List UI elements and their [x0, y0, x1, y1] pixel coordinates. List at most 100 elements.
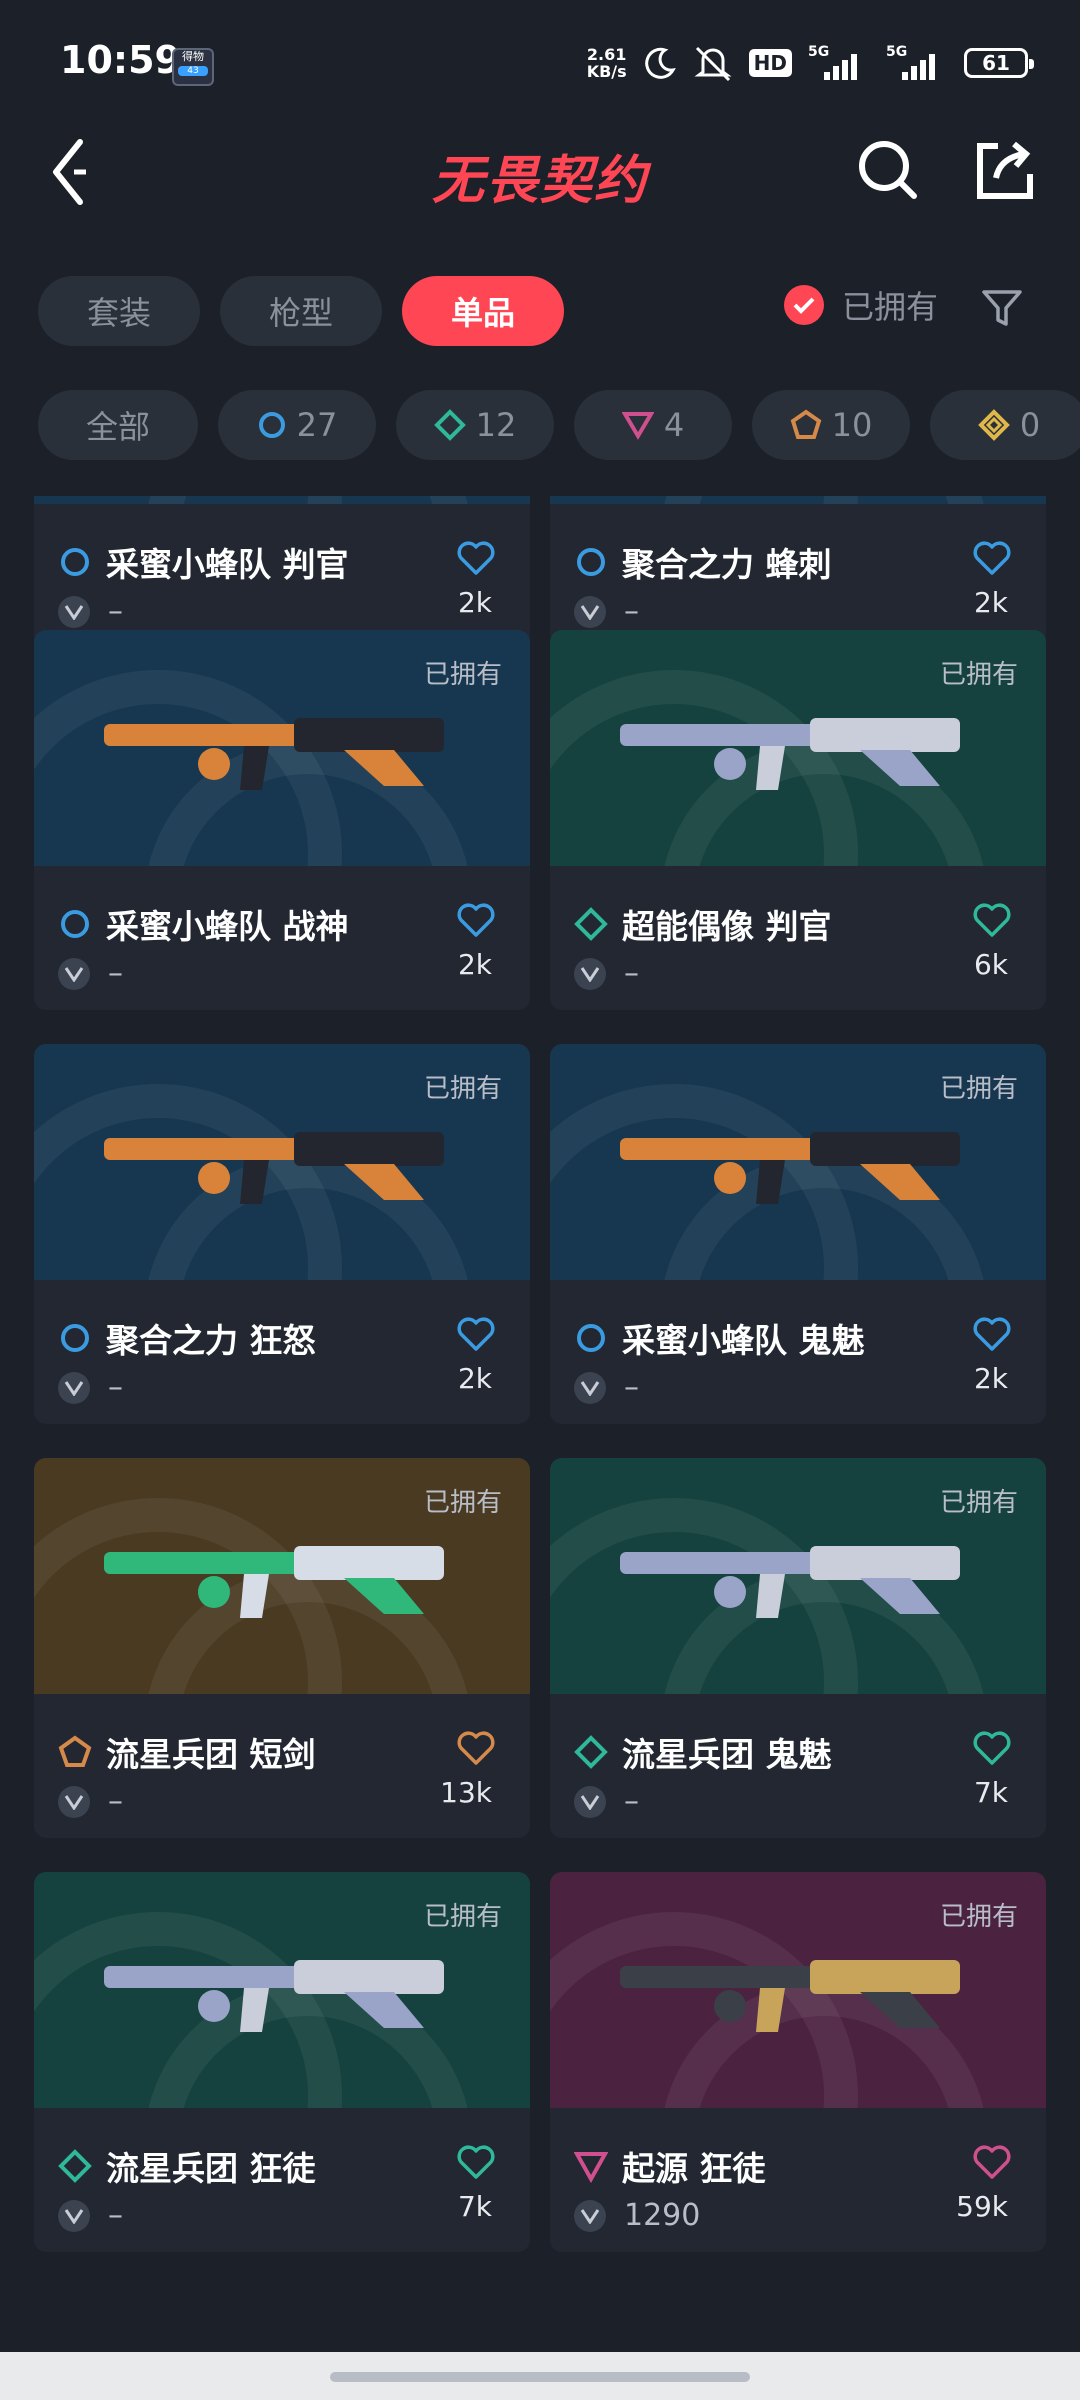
tab-single-items[interactable]: 单品 — [402, 276, 564, 346]
clock: 10:59 — [60, 38, 181, 82]
tab-weapon-types[interactable]: 枪型 — [220, 276, 382, 346]
owned-tag: 已拥有 — [939, 1902, 1018, 1932]
rarity-tier-icon — [577, 548, 605, 576]
like-count: 7k — [973, 1776, 1008, 1809]
rarity-all[interactable]: 全部 — [38, 390, 198, 460]
item-card[interactable]: 已拥有 聚合之力 狂怒 – 2k — [34, 1044, 530, 1424]
like-count: 2k — [457, 586, 492, 619]
heart-icon[interactable] — [972, 540, 1012, 576]
rarity-tier-icon — [574, 1735, 608, 1769]
skin-image: 已拥有 — [550, 1872, 1046, 2108]
item-name: 起源 狂徒 — [622, 2149, 766, 2188]
signal-icon: 5G — [808, 44, 870, 82]
item-card[interactable]: 已拥有 流星兵团 鬼魅 – 7k — [550, 1458, 1046, 1838]
like-count: 2k — [457, 948, 492, 981]
like-count: 13k — [440, 1776, 492, 1809]
rarity-premium[interactable]: 4 — [574, 390, 732, 460]
app-header: 无畏契约 — [0, 120, 1080, 220]
item-card[interactable]: 已拥有 采蜜小蜂队 鬼魅 – 2k — [550, 1044, 1046, 1424]
like-count: 2k — [973, 1362, 1008, 1395]
weapon-icon — [620, 1960, 960, 2032]
skin-image: 已拥有 — [550, 1458, 1046, 1694]
signal-icon-2: 5G — [886, 44, 948, 82]
rarity-tier-icon — [61, 910, 89, 938]
item-price: – — [624, 956, 639, 991]
heart-icon[interactable] — [972, 2144, 1012, 2180]
skin-image: 已拥有 — [34, 1872, 530, 2108]
heart-icon[interactable] — [456, 1316, 496, 1352]
vp-currency-icon — [58, 2199, 90, 2232]
rarity-tier-icon — [577, 1324, 605, 1352]
search-icon[interactable] — [852, 134, 924, 206]
skin-image: 已拥有 — [550, 630, 1046, 866]
skin-image: 已拥有 — [34, 630, 530, 866]
item-name: 流星兵团 短剑 — [106, 1735, 316, 1774]
owned-tag: 已拥有 — [939, 1074, 1018, 1104]
item-price: – — [108, 2198, 123, 2233]
like-count: 2k — [457, 1362, 492, 1395]
rarity-filter-row: 全部 27 12 4 10 0 — [38, 390, 1080, 460]
vp-currency-icon — [574, 2199, 606, 2232]
like-count: 7k — [457, 2190, 492, 2223]
select-tier-icon — [258, 412, 285, 438]
premium-tier-icon — [621, 412, 654, 440]
skin-image: 已拥有 — [34, 1044, 530, 1280]
item-price: – — [108, 1370, 123, 1405]
tab-sets[interactable]: 套装 — [38, 276, 200, 346]
item-name: 采蜜小蜂队 鬼魅 — [622, 1321, 865, 1360]
rarity-tier-icon — [61, 548, 89, 576]
like-count: 6k — [973, 948, 1008, 981]
share-icon[interactable] — [968, 134, 1040, 206]
weapon-icon — [620, 1546, 960, 1618]
skin-image: 已拥有 — [34, 496, 530, 504]
skin-image: 已拥有 — [550, 1044, 1046, 1280]
vp-currency-icon — [574, 957, 606, 990]
owned-toggle[interactable]: 已拥有 — [784, 282, 938, 328]
heart-icon[interactable] — [972, 902, 1012, 938]
owned-tag: 已拥有 — [423, 1902, 502, 1932]
item-grid: 已拥有采蜜小蜂队 判官–2k已拥有聚合之力 蜂刺–2k已拥有采蜜小蜂队 战神–2… — [0, 496, 1080, 2300]
item-name: 流星兵团 狂徒 — [106, 2149, 316, 2188]
item-price: – — [108, 1784, 123, 1819]
item-card[interactable]: 已拥有 流星兵团 短剑 – 13k — [34, 1458, 530, 1838]
funnel-icon[interactable] — [980, 286, 1024, 330]
item-card[interactable]: 已拥有采蜜小蜂队 判官 – 2k — [34, 496, 530, 648]
checkmark-icon — [784, 285, 824, 325]
status-bar: 10:59 得物 43 2.61 KB/s HD 5G 5G 61 — [0, 0, 1080, 120]
item-name: 聚合之力 蜂刺 — [622, 545, 832, 584]
weapon-icon — [104, 718, 444, 790]
rarity-tier-icon — [574, 907, 608, 941]
moon-icon — [644, 47, 676, 79]
weapon-icon — [620, 1132, 960, 1204]
item-card[interactable]: 已拥有流星兵团 狂徒 – 7k — [34, 1872, 530, 2252]
item-card[interactable]: 已拥有 起源 狂徒 1290 59k — [550, 1872, 1046, 2252]
owned-tag: 已拥有 — [939, 660, 1018, 690]
item-price: – — [624, 594, 639, 629]
battery-icon: 61 — [964, 48, 1034, 78]
weapon-icon — [620, 718, 960, 790]
vp-currency-icon — [574, 595, 606, 628]
heart-icon[interactable] — [456, 902, 496, 938]
rarity-exclusive[interactable]: 10 — [752, 390, 910, 460]
mute-bell-icon — [694, 46, 732, 82]
owned-label: 已拥有 — [842, 288, 939, 326]
heart-icon[interactable] — [972, 1316, 1012, 1352]
item-card[interactable]: 已拥有聚合之力 蜂刺 – 2k — [550, 496, 1046, 648]
heart-icon[interactable] — [456, 1730, 496, 1766]
heart-icon[interactable] — [972, 1730, 1012, 1766]
item-card[interactable]: 已拥有超能偶像 判官 – 6k — [550, 630, 1046, 1010]
heart-icon[interactable] — [456, 2144, 496, 2180]
item-name: 采蜜小蜂队 战神 — [106, 907, 349, 946]
rarity-deluxe[interactable]: 12 — [396, 390, 554, 460]
network-speed: 2.61 KB/s — [586, 45, 627, 81]
heart-icon[interactable] — [456, 540, 496, 576]
rarity-tier-icon — [58, 1735, 92, 1767]
app-badge-icon: 得物 43 — [172, 48, 214, 86]
rarity-select[interactable]: 27 — [218, 390, 376, 460]
rarity-ultra[interactable]: 0 — [930, 390, 1080, 460]
item-price: 1290 — [624, 2198, 701, 2233]
home-indicator[interactable] — [330, 2372, 750, 2382]
item-card[interactable]: 已拥有 采蜜小蜂队 战神 – 2k — [34, 630, 530, 1010]
item-name: 超能偶像 判官 — [622, 907, 832, 946]
item-price: – — [624, 1784, 639, 1819]
